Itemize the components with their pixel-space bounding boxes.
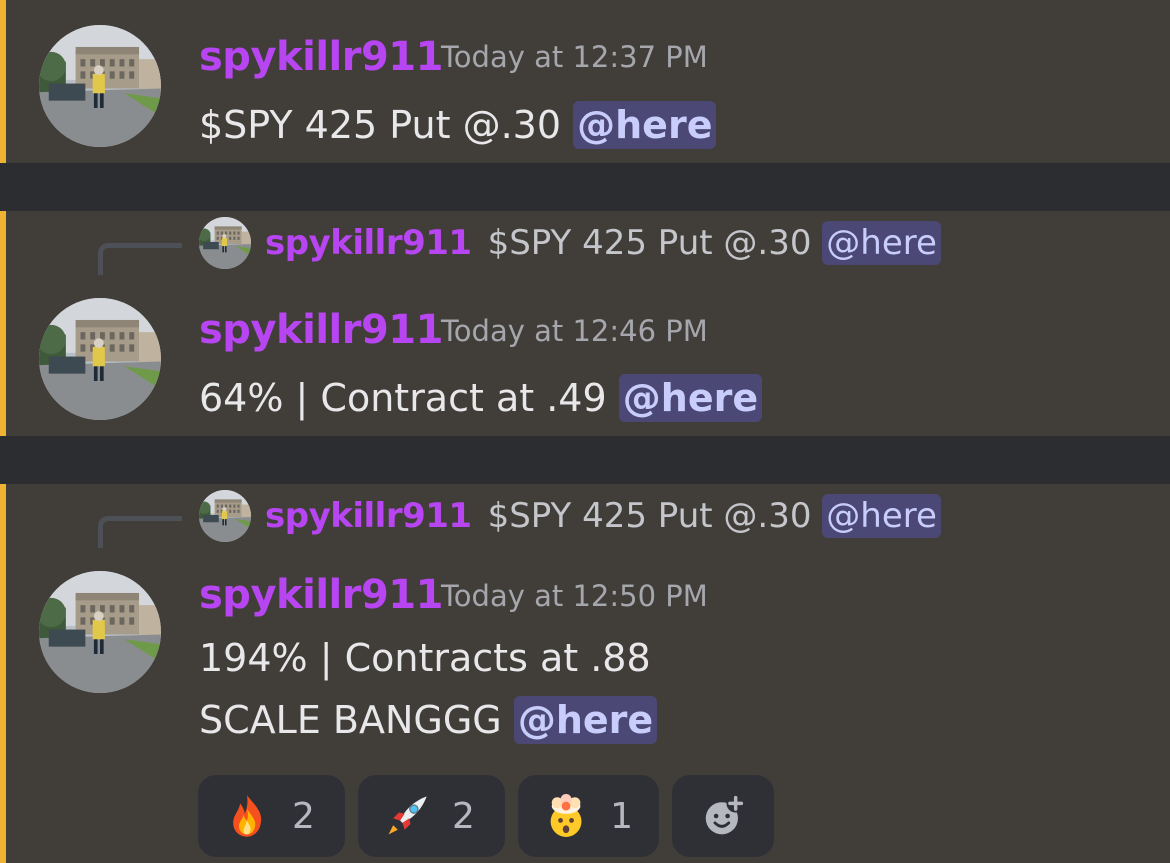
reaction-rocket[interactable]: 2 [358, 775, 505, 857]
reply-username[interactable]: spykillr911 [265, 223, 472, 263]
username[interactable]: spykillr911 [199, 34, 443, 80]
reactions-bar: 2 2 1 [198, 775, 774, 857]
add-reaction-button[interactable] [672, 775, 774, 857]
message-2: spykillr911 $SPY 425 Put @.30 @here spyk… [0, 211, 1170, 436]
reply-message-text: $SPY 425 Put @.30 [487, 496, 812, 536]
message-content: 64% | Contract at .49 @here [199, 367, 763, 429]
reply-preview[interactable]: spykillr911 $SPY 425 Put @.30 @here [199, 490, 941, 542]
timestamp: Today at 12:50 PM [441, 579, 708, 613]
reply-avatar[interactable] [199, 217, 251, 269]
here-mention[interactable]: @here [573, 101, 717, 149]
reaction-exploding-head[interactable]: 1 [518, 775, 659, 857]
reaction-count: 2 [292, 795, 315, 837]
message-text: SCALE BANGGG [199, 698, 502, 742]
here-mention[interactable]: @here [513, 696, 658, 744]
message-content: 194% | Contracts at .88 SCALE BANGGG @he… [199, 627, 658, 751]
message-line-1: 194% | Contracts at .88 [199, 636, 651, 680]
reaction-count: 2 [452, 795, 475, 837]
reply-mention: @here [822, 221, 941, 265]
username[interactable]: spykillr911 [199, 572, 443, 618]
reply-avatar[interactable] [199, 490, 251, 542]
reply-mention: @here [822, 494, 941, 538]
timestamp: Today at 12:37 PM [441, 40, 708, 74]
message-1: spykillr911 Today at 12:37 PM $SPY 425 P… [0, 0, 1170, 163]
reply-connector [98, 243, 182, 275]
user-avatar[interactable] [39, 571, 161, 693]
reaction-count: 1 [610, 795, 633, 837]
message-3: spykillr911 $SPY 425 Put @.30 @here spyk… [0, 484, 1170, 863]
reaction-fire[interactable]: 2 [198, 775, 345, 857]
here-mention[interactable]: @here [618, 374, 763, 422]
message-content: $SPY 425 Put @.30 @here [199, 94, 717, 156]
timestamp: Today at 12:46 PM [441, 314, 708, 348]
reply-preview[interactable]: spykillr911 $SPY 425 Put @.30 @here [199, 217, 941, 269]
fire-emoji-icon [233, 795, 262, 837]
user-avatar[interactable] [39, 25, 161, 147]
message-text: $SPY 425 Put @.30 [199, 103, 562, 147]
reply-message-text: $SPY 425 Put @.30 [487, 223, 812, 263]
rocket-emoji-icon [388, 796, 427, 835]
reply-text: $SPY 425 Put @.30 @here [487, 494, 941, 538]
username[interactable]: spykillr911 [199, 307, 443, 353]
message-line-2: SCALE BANGGG @here [199, 689, 658, 751]
reply-connector [98, 516, 182, 548]
user-avatar[interactable] [39, 298, 161, 420]
message-text: 64% | Contract at .49 [199, 376, 607, 420]
exploding-head-emoji-icon [550, 793, 582, 837]
reply-text: $SPY 425 Put @.30 @here [487, 221, 941, 265]
add-reaction-icon [705, 794, 745, 835]
reply-username[interactable]: spykillr911 [265, 496, 472, 536]
